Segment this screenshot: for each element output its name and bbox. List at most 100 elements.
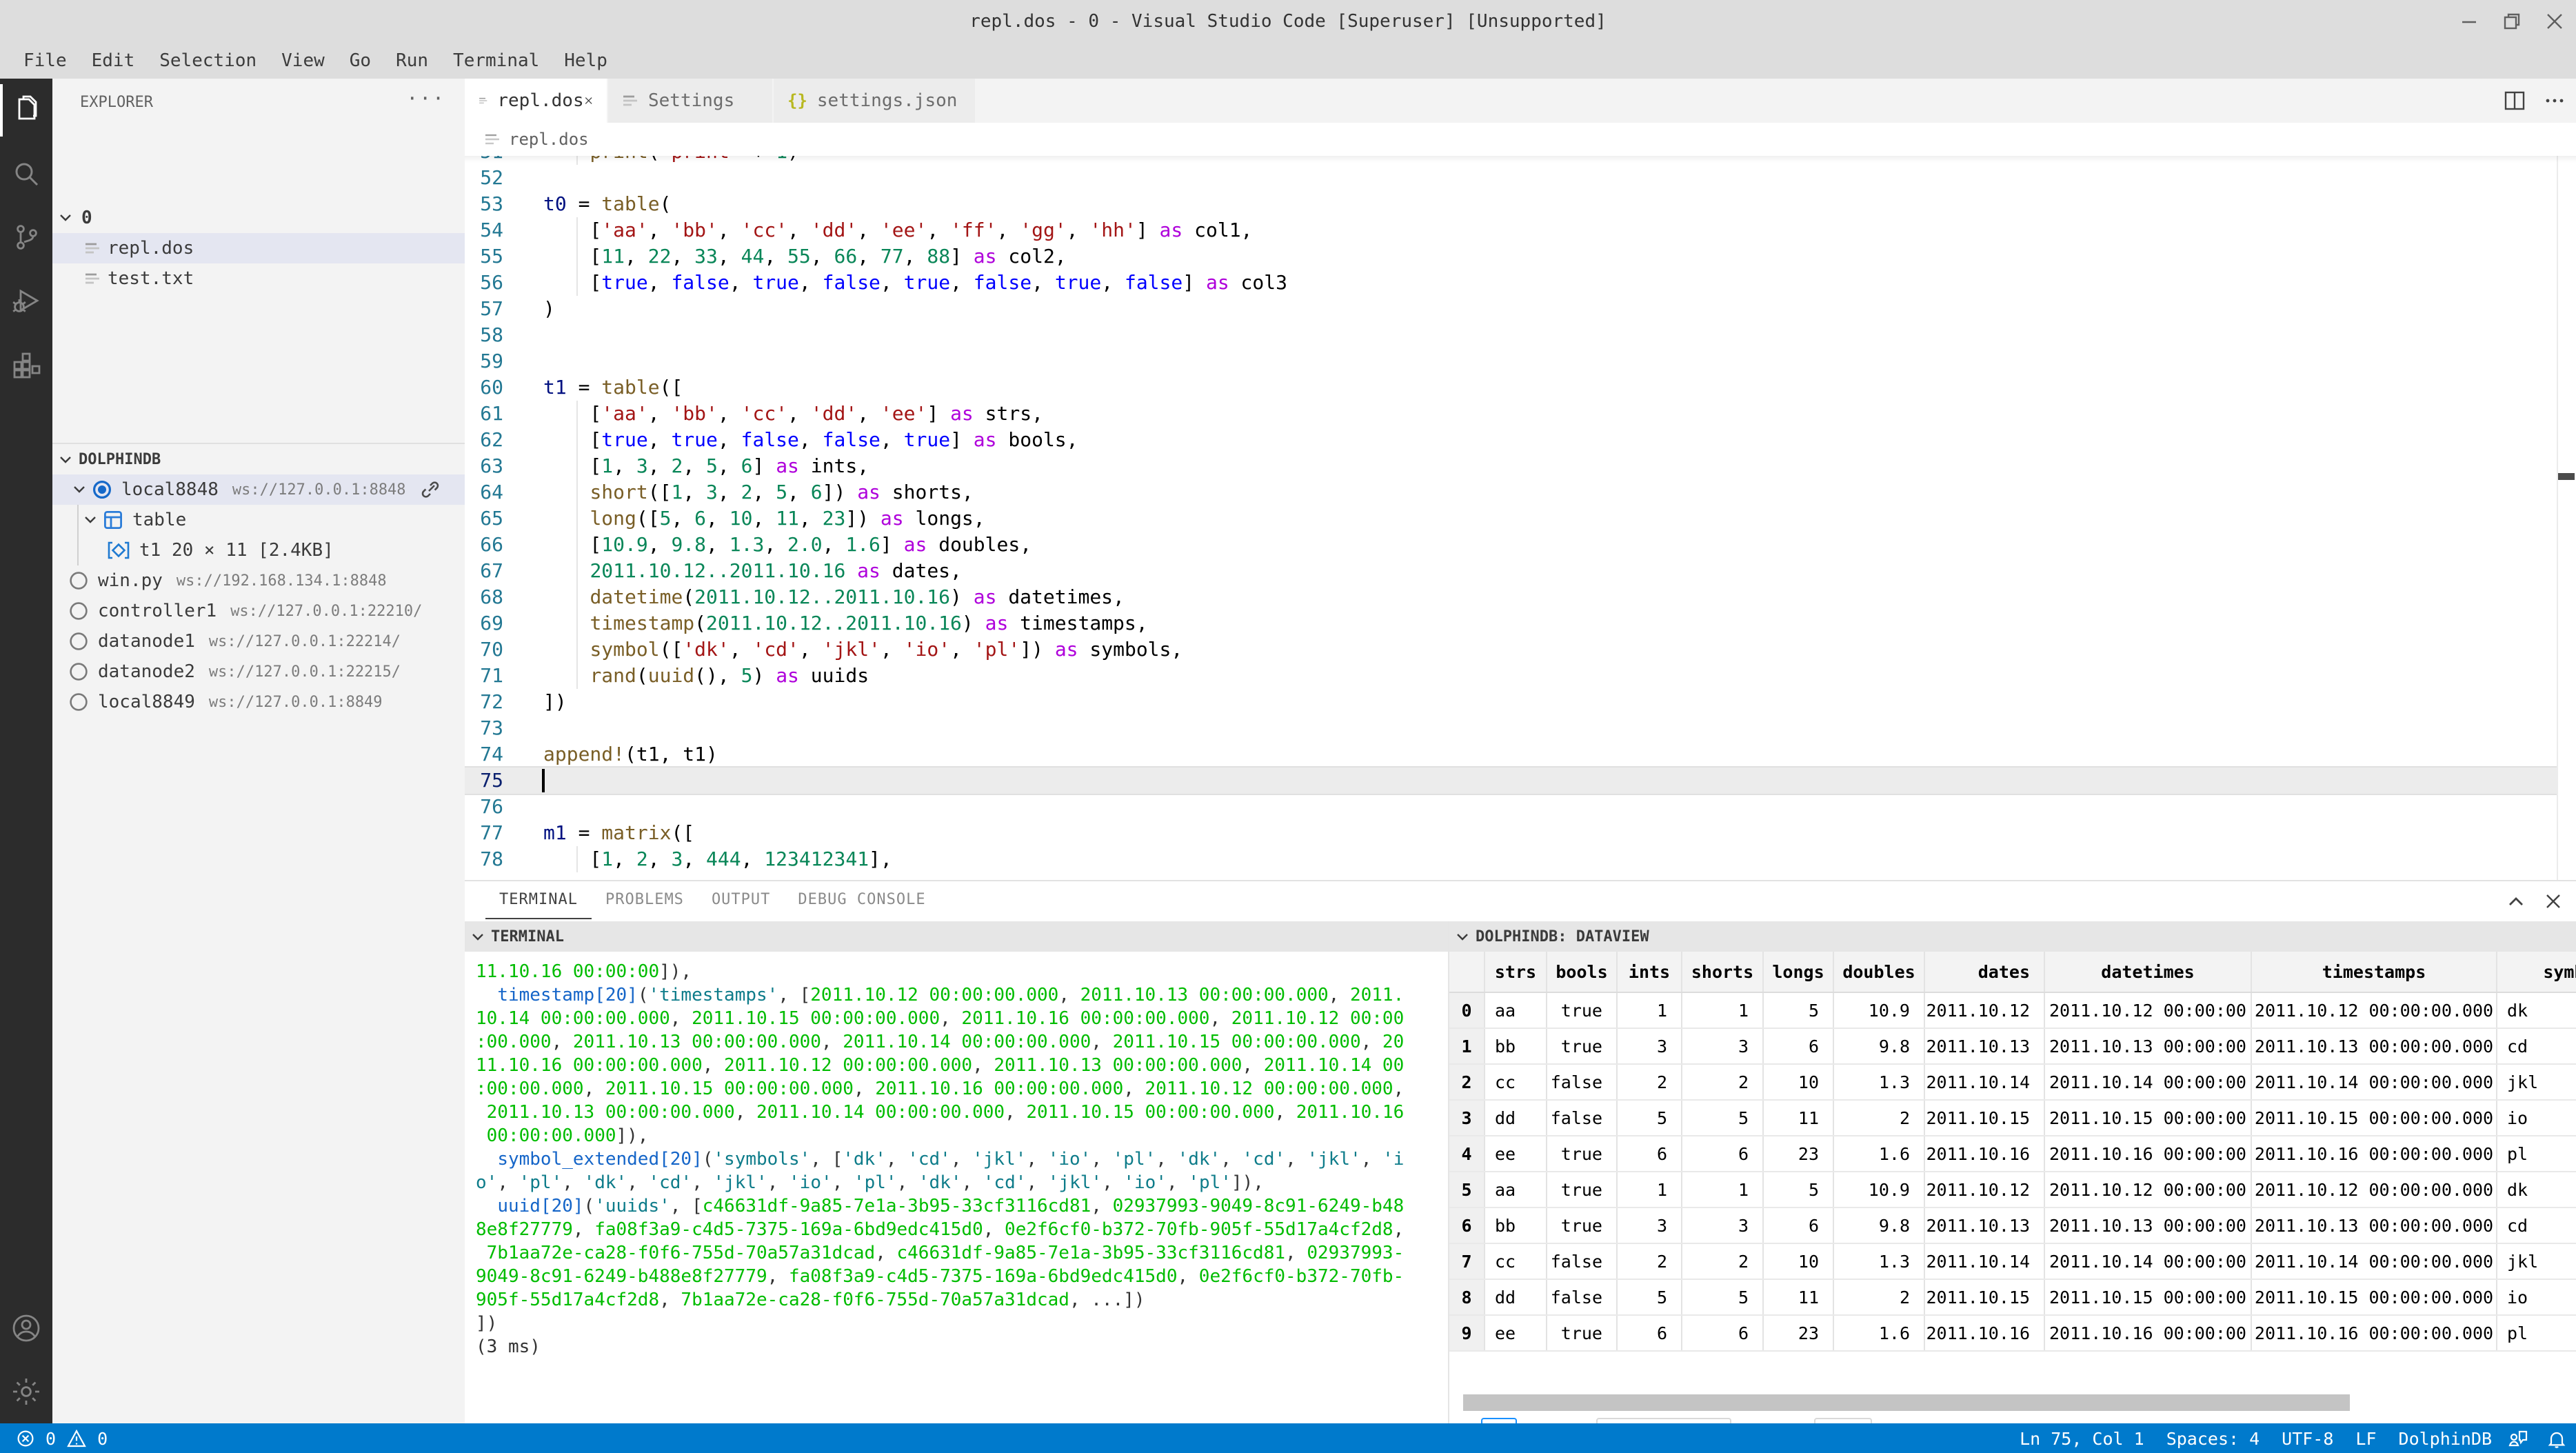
cell: 5 [1618, 1101, 1682, 1135]
row-index: 7 [1449, 1244, 1485, 1279]
code-line-61: 61 ['aa', 'bb', 'cc', 'dd', 'ee'] as str… [465, 401, 2557, 427]
window-controls [2448, 0, 2576, 43]
split-editor-icon[interactable] [2504, 90, 2525, 111]
column-header-bools[interactable]: bools [1547, 952, 1618, 992]
cell: 1.3 [1834, 1065, 1925, 1099]
menu-selection[interactable]: Selection [147, 46, 269, 76]
column-header-doubles[interactable]: doubles [1834, 952, 1925, 992]
column-header-timestamps[interactable]: timestamps [2252, 952, 2497, 992]
cell: dk [2497, 993, 2576, 1028]
connection-local8848[interactable]: local8848ws://127.0.0.1:8848 [52, 474, 465, 505]
close-panel-icon[interactable] [2544, 892, 2562, 910]
menu-view[interactable]: View [269, 46, 337, 76]
connection-controller1[interactable]: controller1ws://127.0.0.1:22210/ [52, 596, 465, 626]
cell: 2 [1834, 1280, 1925, 1314]
source-control-icon[interactable] [0, 206, 52, 269]
cell: true [1547, 1136, 1618, 1171]
cell: 1 [1618, 1172, 1682, 1207]
feedback-icon[interactable] [2503, 1429, 2532, 1448]
code-line-67: 67 2011.10.12..2011.10.16 as dates, [465, 558, 2557, 584]
column-header-shorts[interactable]: shorts [1682, 952, 1764, 992]
cell: dd [1485, 1101, 1547, 1135]
code-line-71: 71 rand(uuid(), 5) as uuids [465, 663, 2557, 689]
cell: 2011.10.15 00:00:00 [2045, 1280, 2252, 1314]
menu-run[interactable]: Run [383, 46, 441, 76]
explorer-icon[interactable] [0, 79, 52, 142]
column-header-symbols[interactable]: symbols [2497, 952, 2576, 992]
dolphindb-connections: local8848ws://127.0.0.1:8848tablet1 20 ×… [52, 474, 465, 717]
close-button[interactable] [2533, 0, 2576, 43]
code-text: ) [543, 296, 555, 322]
restore-button[interactable] [2491, 0, 2533, 43]
panel-tab-output[interactable]: OUTPUT [698, 883, 784, 919]
cell: 10.9 [1834, 1172, 1925, 1207]
dataview-horizontal-scrollbar[interactable] [1463, 1394, 2350, 1411]
connection-t1[interactable]: t1 20 × 11 [2.4KB] [52, 535, 465, 565]
code-line-65: 65 long([5, 6, 10, 11, 23]) as longs, [465, 505, 2557, 532]
tab-settings.json[interactable]: {}settings.json [774, 79, 976, 123]
dolphindb-section-header[interactable]: DOLPHINDB [52, 444, 465, 474]
file-icon [84, 239, 101, 257]
run-debug-icon[interactable] [0, 269, 52, 332]
tree-indent-guide [77, 505, 79, 535]
panel-tab-problems[interactable]: PROBLEMS [592, 883, 698, 919]
indentation[interactable]: Spaces: 4 [2155, 1429, 2271, 1449]
file-item-test.txt[interactable]: test.txt [52, 263, 465, 294]
maximize-panel-icon[interactable] [2507, 892, 2525, 910]
menu-go[interactable]: Go [337, 46, 383, 76]
column-header-strs[interactable]: strs [1485, 952, 1547, 992]
terminal-line: timestamp[20]('timestamps', [2011.10.12 … [476, 983, 1448, 1007]
connection-datanode1[interactable]: datanode1ws://127.0.0.1:22214/ [52, 626, 465, 657]
file-name: repl.dos [108, 238, 194, 259]
language-mode[interactable]: DolphinDB [2388, 1429, 2503, 1449]
row-index: 3 [1449, 1101, 1485, 1135]
minimize-button[interactable] [2448, 0, 2491, 43]
panel-tab-terminal[interactable]: TERMINAL [485, 883, 592, 919]
breadcrumb-item[interactable]: repl.dos [509, 130, 589, 149]
problems-status[interactable]: 0 0 [0, 1429, 108, 1449]
file-item-repl.dos[interactable]: repl.dos [52, 233, 465, 263]
search-icon[interactable] [0, 142, 52, 206]
row-index: 5 [1449, 1172, 1485, 1207]
terminal-group-header[interactable]: TERMINAL [465, 921, 1448, 952]
terminal-output[interactable]: 11.10.16 00:00:00]), timestamp[20]('time… [465, 952, 1448, 1359]
menu-help[interactable]: Help [552, 46, 620, 76]
code-line-72: 72]) [465, 689, 2557, 715]
table-row: 3ddfalse551122011.10.152011.10.15 00:00:… [1449, 1101, 2576, 1136]
menu-file[interactable]: File [11, 46, 79, 76]
breadcrumb[interactable]: repl.dos [465, 123, 2576, 156]
settings-gear-icon[interactable] [0, 1360, 52, 1423]
explorer-section-0[interactable]: 0 [52, 203, 465, 233]
connected-radio-icon [92, 480, 112, 499]
menu-terminal[interactable]: Terminal [441, 46, 552, 76]
connection-local8849[interactable]: local8849ws://127.0.0.1:8849 [52, 687, 465, 717]
column-header-dates[interactable]: dates [1925, 952, 2045, 992]
cell: false [1547, 1244, 1618, 1279]
cursor-position[interactable]: Ln 75, Col 1 [2009, 1429, 2155, 1449]
column-header-datetimes[interactable]: datetimes [2045, 952, 2252, 992]
column-header-longs[interactable]: longs [1764, 952, 1834, 992]
column-header-index[interactable] [1449, 952, 1485, 992]
editor-scrollbar[interactable] [2557, 156, 2576, 880]
tab-Settings[interactable]: Settings [608, 79, 774, 123]
menu-edit[interactable]: Edit [79, 46, 148, 76]
editor-more-actions-icon[interactable] [2544, 90, 2565, 111]
cell: 2011.10.15 [1925, 1280, 2045, 1314]
cell: 3 [1618, 1029, 1682, 1063]
panel-tab-debug-console[interactable]: DEBUG CONSOLE [784, 883, 939, 919]
bell-icon[interactable] [2543, 1429, 2570, 1448]
connection-win.py[interactable]: win.pyws://192.168.134.1:8848 [52, 565, 465, 596]
tab-repl.dos[interactable]: repl.dos [465, 79, 608, 123]
eol-sequence[interactable]: LF [2344, 1429, 2387, 1449]
connection-table[interactable]: table [52, 505, 465, 535]
encoding[interactable]: UTF-8 [2271, 1429, 2344, 1449]
folder-name: 0 [81, 208, 92, 228]
dataview-header[interactable]: DOLPHINDB: DATAVIEW [1449, 921, 2576, 952]
line-number: 67 [465, 558, 503, 584]
connection-datanode2[interactable]: datanode2ws://127.0.0.1:22215/ [52, 657, 465, 687]
more-actions-icon[interactable]: ··· [406, 87, 445, 110]
column-header-ints[interactable]: ints [1618, 952, 1682, 992]
code-editor[interactable]: 51 print('print' + 1)5253t0 = table(54 [… [465, 156, 2557, 880]
account-icon[interactable] [0, 1296, 52, 1360]
extensions-icon[interactable] [0, 332, 52, 396]
